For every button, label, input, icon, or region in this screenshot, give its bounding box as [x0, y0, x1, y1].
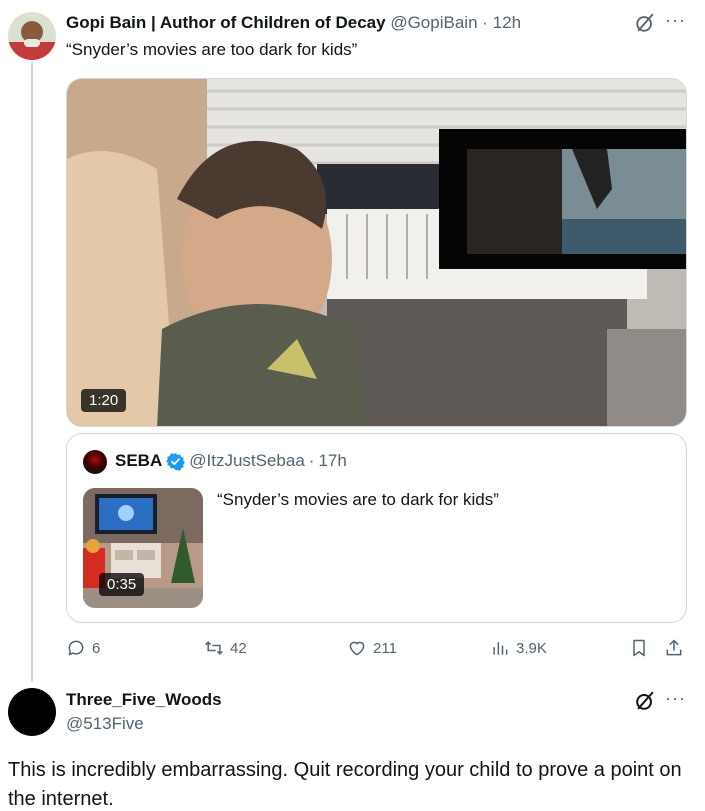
analytics-icon — [493, 642, 508, 655]
video-duration-badge: 1:20 — [81, 389, 127, 412]
more-options-icon[interactable]: ··· — [665, 688, 686, 709]
grok-icon[interactable] — [634, 690, 656, 712]
video-player[interactable]: 1:20 — [66, 78, 687, 427]
repost-button[interactable]: 42 — [204, 638, 247, 658]
timestamp[interactable]: 12h — [493, 13, 521, 32]
dot-separator: · — [308, 451, 315, 470]
repost-icon — [205, 641, 223, 655]
bookmark-icon — [633, 639, 645, 657]
reply-tweet-text: This is incredibly embarrassing. Quit re… — [8, 759, 682, 810]
video-frame-image — [67, 79, 686, 426]
more-options-icon[interactable]: ··· — [665, 10, 686, 31]
author-name[interactable]: Three_Five_Woods — [66, 690, 222, 710]
quote-author-name[interactable]: SEBA — [115, 451, 162, 471]
author-name[interactable]: Gopi Bain | Author of Children of Decay — [66, 13, 386, 32]
view-count: 3.9K — [516, 639, 547, 657]
quote-video-duration-badge: 0:35 — [99, 573, 145, 596]
avatar[interactable] — [8, 12, 56, 60]
share-icon — [666, 639, 682, 656]
views-button[interactable]: 3.9K — [490, 638, 547, 658]
quote-header: SEBA @ItzJustSebaa · 17h — [115, 451, 347, 471]
repost-count: 42 — [230, 639, 247, 657]
like-count: 211 — [373, 639, 397, 657]
thread-connector-line — [31, 62, 33, 682]
author-handle[interactable]: @GopiBain — [390, 13, 477, 32]
grok-icon[interactable] — [634, 12, 656, 34]
quote-tweet-text: “Snyder’s movies are to dark for kids” — [217, 490, 499, 509]
quote-timestamp[interactable]: 17h — [318, 451, 346, 471]
heart-icon — [349, 641, 365, 656]
quote-tweet-card[interactable]: SEBA @ItzJustSebaa · 17h 0:35 “Snyder’s … — [66, 433, 687, 623]
tweet-header: Gopi Bain | Author of Children of Decay … — [66, 13, 521, 33]
quote-video-thumbnail[interactable]: 0:35 — [83, 488, 203, 608]
tweet-text: “Snyder’s movies are too dark for kids” — [66, 40, 358, 59]
reply-count: 6 — [92, 639, 101, 657]
bookmark-button[interactable] — [629, 638, 649, 658]
tweet-action-bar: 6 42 211 3.9K — [66, 638, 687, 662]
like-button[interactable]: 211 — [347, 638, 397, 658]
verified-badge-icon — [166, 452, 186, 471]
reply-button[interactable]: 6 — [66, 638, 100, 658]
share-button[interactable] — [664, 638, 684, 658]
dot-separator: · — [482, 13, 488, 32]
quote-avatar[interactable] — [83, 450, 107, 474]
reply-icon — [68, 640, 84, 656]
avatar[interactable] — [8, 688, 56, 736]
quote-author-handle[interactable]: @ItzJustSebaa — [189, 451, 305, 471]
author-handle[interactable]: @513Five — [66, 714, 144, 734]
